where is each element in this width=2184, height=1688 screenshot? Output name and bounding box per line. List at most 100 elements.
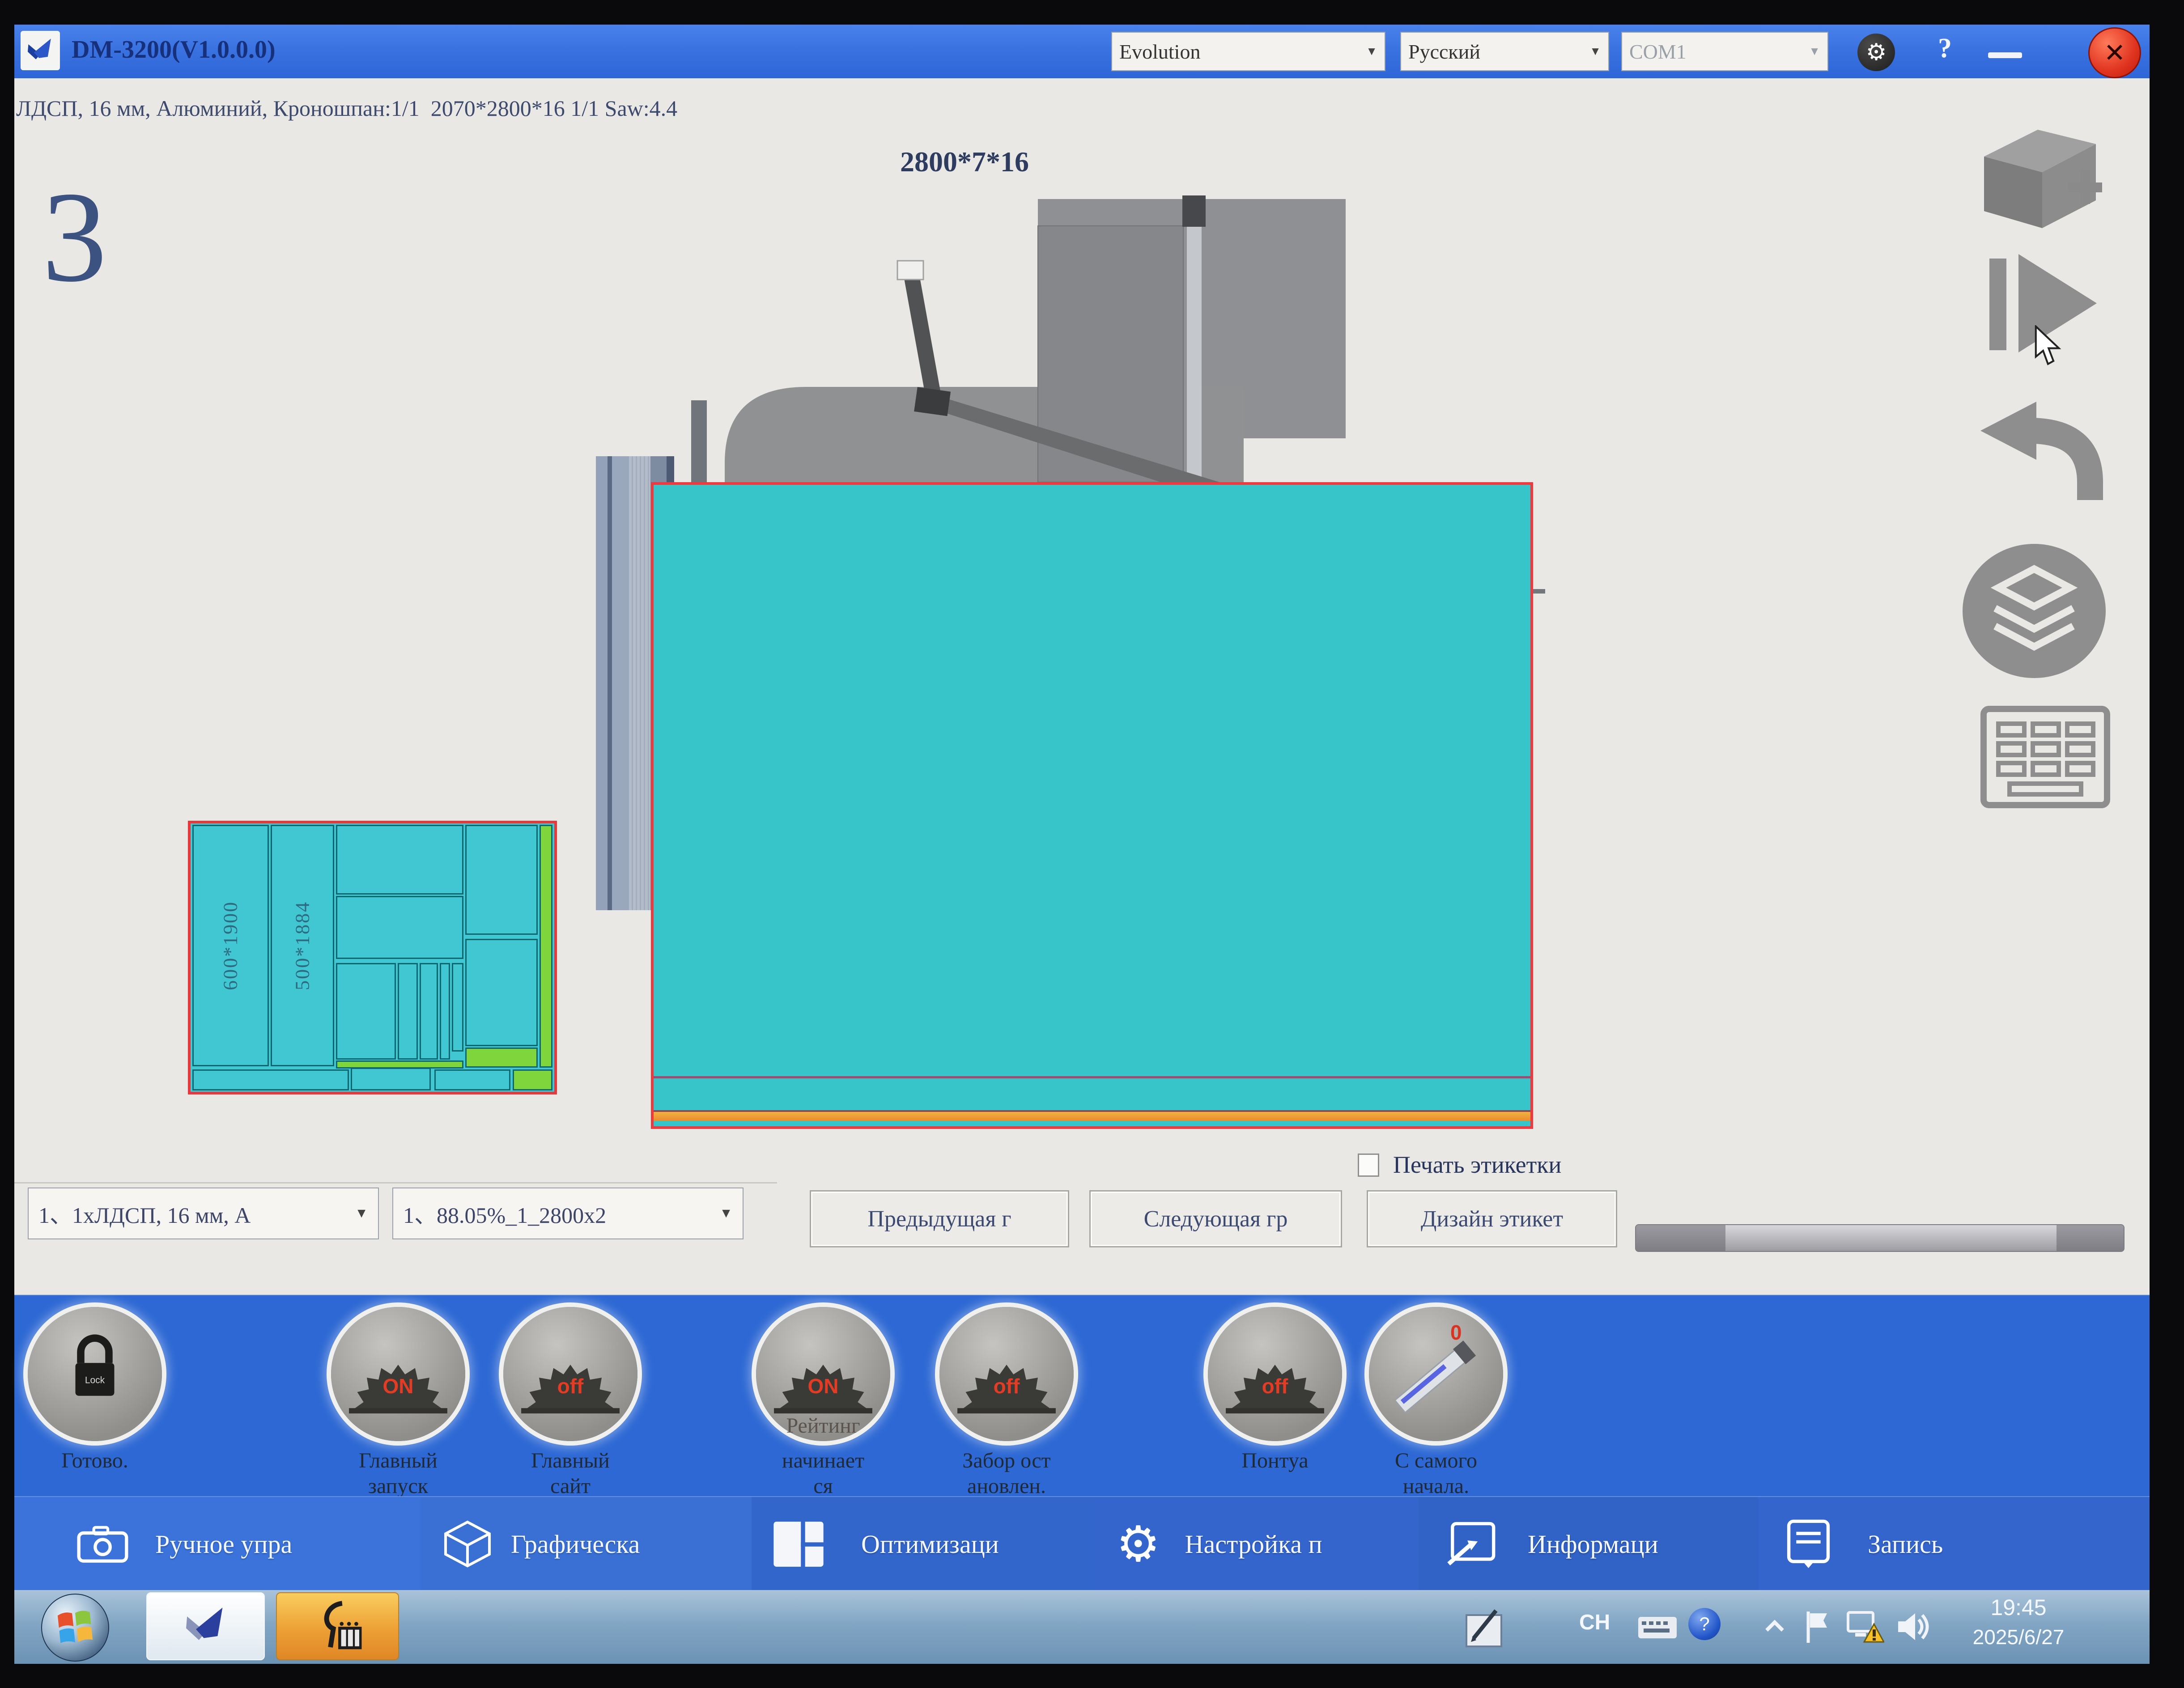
cutting-layout-preview[interactable]: 600*1900 500*1884 [188, 821, 557, 1094]
keyboard-icon[interactable] [1978, 689, 2112, 823]
cube-icon [443, 1519, 492, 1569]
material-dropdown[interactable]: 1、1хЛДСП, 16 мм, А ▼ [28, 1188, 379, 1239]
lock-icon: Lock [61, 1328, 128, 1409]
edge-banding-strip [654, 1112, 1530, 1121]
status-label: Понтуа [1201, 1448, 1349, 1474]
board [596, 456, 608, 910]
nav-label: Настройка п [1185, 1529, 1322, 1559]
show-hidden-icons-chevron[interactable] [1761, 1616, 1788, 1636]
state-text: off [1208, 1374, 1342, 1398]
os-taskbar: CH ? 19:45 2025/6/27 [14, 1590, 2150, 1664]
language-indicator[interactable]: CH [1579, 1610, 1610, 1635]
waste-block [465, 1048, 538, 1068]
start-button[interactable] [41, 1594, 109, 1662]
saw-circle[interactable]: ON [331, 1307, 465, 1441]
windows-flag-icon [56, 1608, 94, 1647]
com-port-dropdown[interactable]: COM1 ▼ [1621, 32, 1828, 71]
status-button-fence[interactable]: off Забор ост ановлен. [933, 1307, 1080, 1499]
settings-gear-button[interactable]: ⚙ [1857, 34, 1895, 71]
status-button-rating[interactable]: ON Рейтинг начинает ся [749, 1307, 897, 1499]
close-button[interactable]: ✕ [2088, 27, 2141, 78]
status-button-pontua[interactable]: off Понтуа [1201, 1307, 1349, 1474]
nav-settings[interactable]: ⚙ Настройка п [1092, 1497, 1418, 1591]
network-warning-icon[interactable] [1846, 1609, 1884, 1645]
status-button-restart[interactable]: 0 0 С самого начала. [1362, 1307, 1510, 1499]
time: 19:45 [1933, 1595, 2103, 1620]
nav-label: Ручное упра [155, 1529, 292, 1559]
overlay-text: Рейтинг [747, 1413, 899, 1438]
horizontal-scrollbar[interactable] [1635, 1224, 2125, 1252]
gear-icon: ⚙ [1116, 1519, 1160, 1569]
tool-app-icon [311, 1599, 365, 1653]
nav-manual-control[interactable]: Ручное упра [14, 1497, 421, 1591]
undo-back-icon[interactable] [1976, 399, 2106, 511]
material-dropdown-value: 1、1хЛДСП, 16 мм, А [38, 1197, 251, 1230]
tablet-input-tray-icon[interactable] [1464, 1603, 1508, 1650]
state-zero: 0 [1450, 1321, 1462, 1344]
status-label: С самого начала. [1362, 1448, 1510, 1499]
help-tray-icon[interactable]: ? [1688, 1608, 1721, 1640]
blade-circle[interactable]: 0 0 [1369, 1307, 1503, 1441]
nav-record[interactable]: Запись [1758, 1497, 2150, 1591]
status-label: Готово. [21, 1448, 169, 1474]
saw-circle[interactable]: off [503, 1307, 637, 1441]
status-label: Главный сайт [497, 1448, 644, 1499]
add-panel-icon[interactable] [1971, 125, 2105, 237]
language-dropdown[interactable]: Русский ▼ [1400, 32, 1609, 71]
piece [192, 1069, 349, 1090]
profile-dropdown-value: Evolution [1119, 40, 1200, 64]
action-center-flag-icon[interactable] [1804, 1609, 1831, 1645]
app-logo-glyph [25, 35, 56, 66]
lock-circle[interactable]: Lock [28, 1307, 162, 1441]
saw-circle[interactable]: ON Рейтинг [756, 1307, 890, 1441]
chevron-down-icon: ▼ [1589, 45, 1601, 58]
scrollbar-thumb[interactable] [1636, 1225, 1725, 1251]
status-button-main-start[interactable]: ON Главный запуск [324, 1307, 472, 1499]
app-window: DM-3200(V1.0.0.0) Evolution ▼ Русский ▼ … [14, 25, 2150, 1590]
label-design-button[interactable]: Дизайн этикет [1367, 1190, 1617, 1247]
piece-label: 500*1884 [291, 901, 314, 990]
sheet-number: 3 [42, 172, 107, 302]
tray-clock[interactable]: 19:45 2025/6/27 [1933, 1595, 2103, 1649]
status-button-ready[interactable]: Lock Готово. [21, 1307, 169, 1474]
board [612, 456, 629, 910]
waste-block [513, 1069, 552, 1090]
panel-divider [14, 1182, 777, 1183]
pattern-dropdown[interactable]: 1、88.05%_1_2800x2 ▼ [392, 1188, 744, 1239]
next-group-button[interactable]: Следующая гр [1089, 1190, 1342, 1247]
taskbar-app-dm3200[interactable] [146, 1592, 265, 1660]
saw-circle[interactable]: off [1208, 1307, 1342, 1441]
lock-icon-text: Lock [85, 1375, 105, 1385]
camera-icon [77, 1525, 128, 1563]
nav-information[interactable]: Информаци [1418, 1497, 1758, 1591]
workpiece-panel[interactable] [651, 482, 1533, 1129]
waste-strip [540, 825, 552, 1068]
taskbar-app-active[interactable] [276, 1592, 399, 1660]
keyboard-tray-icon[interactable] [1637, 1616, 1678, 1639]
cut-line [654, 1076, 1530, 1078]
print-label-checkbox[interactable] [1358, 1154, 1379, 1177]
layout-grid-icon [772, 1521, 825, 1568]
status-button-main-saw[interactable]: off Главный сайт [497, 1307, 644, 1499]
piece-label: 600*1900 [219, 901, 242, 990]
nav-optimization[interactable]: Оптимизаци [752, 1497, 1092, 1591]
minimize-button[interactable] [1988, 52, 2022, 58]
print-label-text: Печать этикетки [1393, 1151, 1561, 1179]
profile-dropdown[interactable]: Evolution ▼ [1111, 32, 1385, 71]
piece [434, 1069, 511, 1090]
chevron-down-icon: ▼ [1809, 45, 1820, 58]
layers-icon[interactable] [1960, 541, 2108, 681]
monitor-photo: DM-3200(V1.0.0.0) Evolution ▼ Русский ▼ … [0, 0, 2184, 1688]
piece [398, 963, 418, 1060]
window-title: DM-3200(V1.0.0.0) [72, 35, 276, 64]
scrollbar-end[interactable] [2057, 1225, 2124, 1251]
saw-circle[interactable]: off [939, 1307, 1074, 1441]
nav-graphics[interactable]: Графическа [421, 1497, 752, 1591]
piece [465, 825, 538, 935]
state-text: off [939, 1374, 1074, 1398]
board [629, 456, 650, 910]
help-button[interactable]: ? [1938, 33, 1952, 64]
previous-group-button[interactable]: Предыдущая г [810, 1190, 1069, 1247]
speaker-icon[interactable] [1895, 1609, 1931, 1645]
language-dropdown-value: Русский [1408, 40, 1480, 64]
